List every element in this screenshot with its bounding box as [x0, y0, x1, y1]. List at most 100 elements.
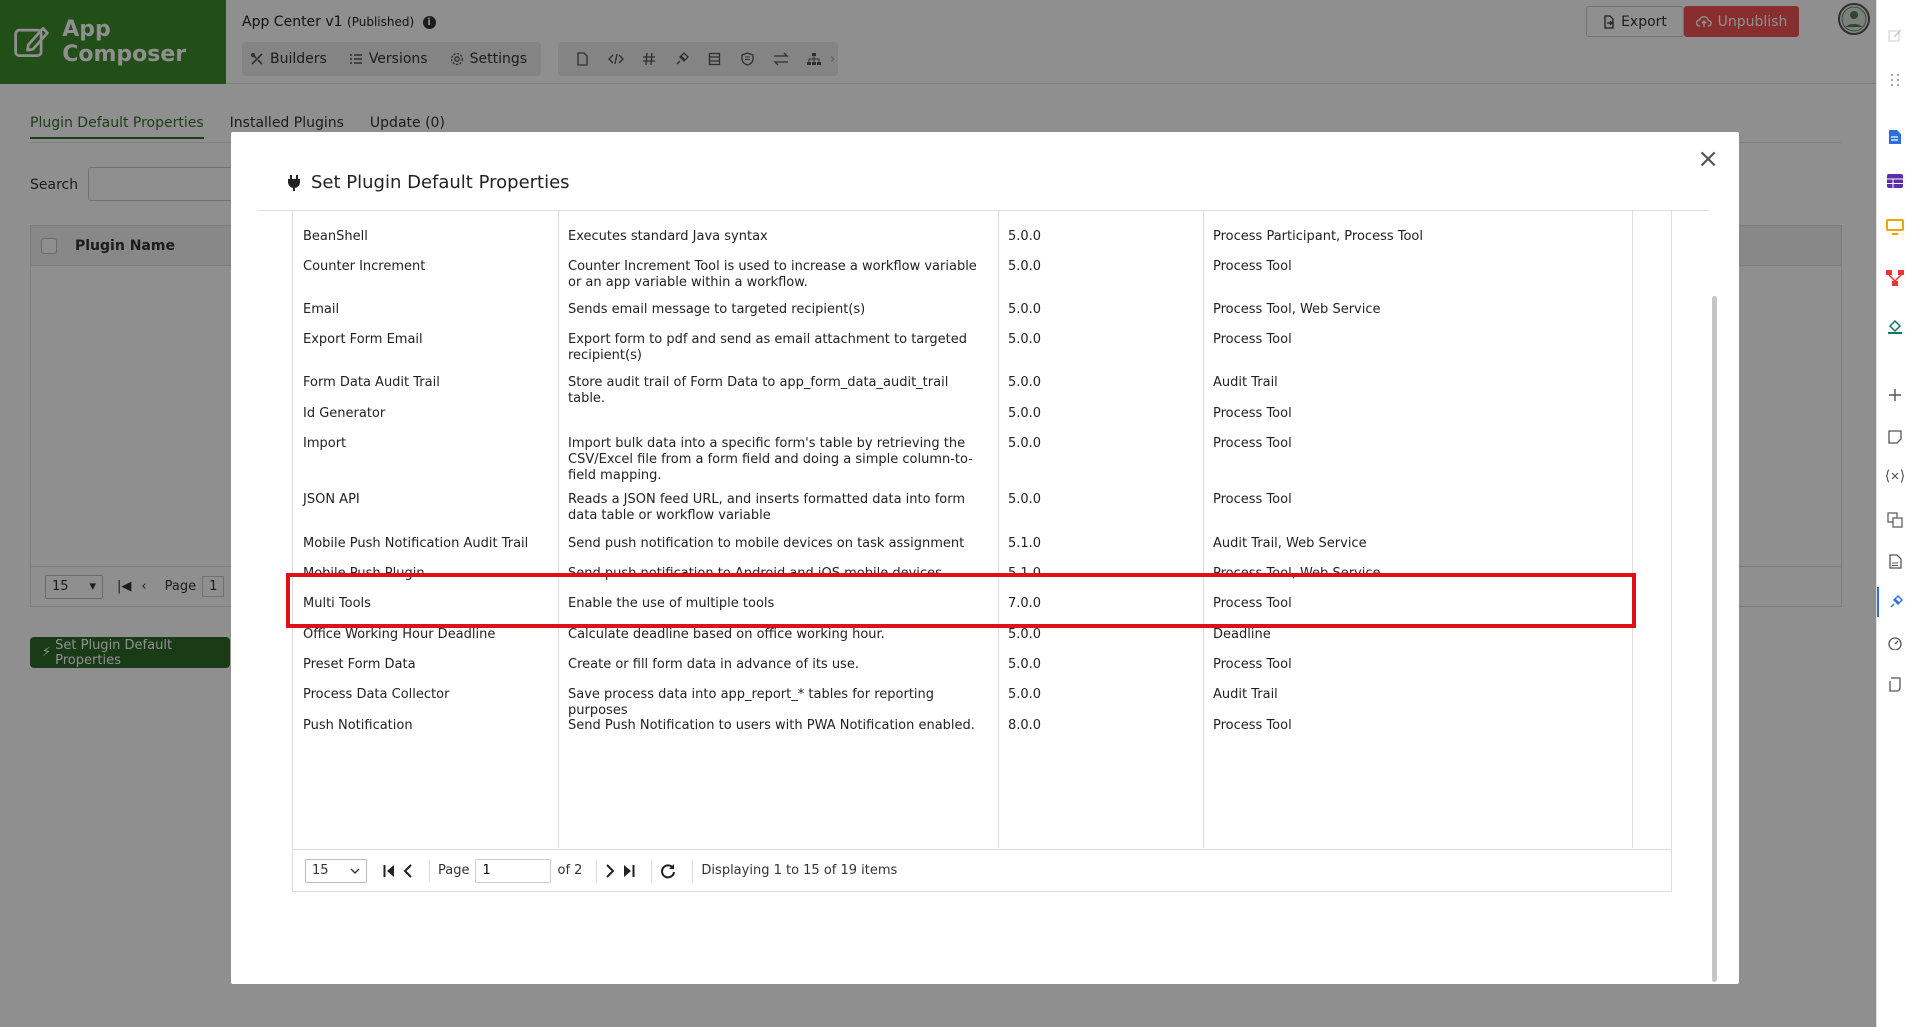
plugin-type-cell: Process Tool [1213, 492, 1292, 507]
plugin-description-cell: Send Push Notification to users with PWA… [568, 718, 975, 733]
plugin-version-cell: 8.0.0 [1008, 718, 1042, 733]
last-page-icon [624, 864, 635, 877]
rail-variable[interactable] [1877, 461, 1912, 491]
rail-performance[interactable] [1877, 628, 1912, 658]
plugin-row[interactable]: Mobile Push Notification Audit Trail Send… [293, 536, 1632, 552]
plugin-version-cell: 5.0.0 [1008, 492, 1042, 507]
edit-icon [1888, 29, 1902, 42]
form-icon [1889, 130, 1901, 144]
plugin-name-cell: BeanShell [303, 229, 368, 244]
rail-form-builder[interactable] [1877, 122, 1912, 152]
plugin-version-cell: 5.0.0 [1008, 332, 1042, 347]
first-page-button[interactable] [383, 864, 395, 878]
plugin-description-cell: Reads a JSON feed URL, and inserts forma… [568, 492, 966, 523]
rail-translate[interactable] [1877, 505, 1912, 535]
page-size-value: 15 [312, 863, 329, 878]
plugin-description-cell: Calculate deadline based on office worki… [568, 627, 885, 642]
note-icon [1888, 430, 1902, 444]
page-size-select[interactable]: 15 [305, 858, 367, 883]
plugin-name-cell: Preset Form Data [303, 657, 416, 672]
rail-app-builder[interactable] [1877, 311, 1912, 341]
plugin-row[interactable]: Form Data Audit Trail Store audit trail o… [293, 375, 1632, 407]
plugin-description-cell [558, 406, 998, 422]
dialog-scrollbar[interactable] [1712, 296, 1717, 982]
plugin-row[interactable]: Export Form Email Export form to pdf and … [293, 332, 1632, 364]
rail-edit[interactable] [1877, 20, 1912, 50]
rail-add[interactable] [1877, 380, 1912, 410]
plugin-description-cell: Create or fill form data in advance of i… [568, 657, 859, 672]
plugin-version-cell: 5.0.0 [1008, 302, 1042, 317]
plugin-type-cell: Process Tool, Web Service [1213, 302, 1381, 317]
rail-document[interactable] [1877, 546, 1912, 576]
plugin-name-cell: JSON API [303, 492, 360, 507]
drag-handle-icon [1890, 73, 1900, 87]
set-plugin-default-properties-dialog: × Set Plugin Default Properties BeanShel… [231, 132, 1739, 984]
plugin-type-cell: Process Tool [1213, 259, 1292, 274]
plugin-row[interactable]: JSON API Reads a JSON feed URL, and inser… [293, 492, 1632, 524]
rail-datalist-builder[interactable] [1877, 166, 1912, 196]
plugin-type-cell: Deadline [1213, 627, 1271, 642]
plugin-description-cell: Store audit trail of Form Data to app_fo… [568, 375, 949, 406]
plugin-version-cell: 7.0.0 [1008, 596, 1042, 611]
process-icon [1886, 270, 1904, 286]
plugin-type-cell: Audit Trail, Web Service [1213, 536, 1367, 551]
plugin-description-cell: Export form to pdf and send as email att… [568, 332, 967, 363]
plugin-description-cell: Counter Increment Tool is used to increa… [568, 259, 977, 290]
plugin-row[interactable]: Office Working Hour Deadline Calculate de… [293, 627, 1632, 643]
plugin-name-cell: Process Data Collector [303, 687, 450, 702]
translate-icon [1887, 512, 1903, 528]
rail-logs[interactable] [1877, 669, 1912, 699]
scroll-icon [1889, 676, 1901, 692]
plugin-version-cell: 5.0.0 [1008, 406, 1042, 421]
plugin-version-cell: 5.0.0 [1008, 627, 1042, 642]
plugin-row[interactable]: Multi Tools Enable the use of multiple to… [293, 596, 1632, 612]
pager-separator [429, 859, 430, 882]
plugin-type-cell: Process Tool [1213, 406, 1292, 421]
plugin-name-cell: Import [303, 436, 347, 451]
plugin-name-cell: Counter Increment [303, 259, 426, 274]
close-icon[interactable]: × [1697, 146, 1719, 172]
prev-page-button[interactable] [403, 863, 413, 878]
plugin-list-grid: BeanShell Executes standard Java syntax 5.… [292, 210, 1672, 892]
pager-separator [692, 859, 694, 882]
plugin-version-cell: 5.0.0 [1008, 259, 1042, 274]
plugin-name-cell: Multi Tools [303, 596, 371, 611]
plugin-type-cell: Process Tool, Web Service [1213, 566, 1381, 581]
refresh-icon [661, 863, 676, 878]
last-page-button[interactable] [623, 864, 635, 878]
plugin-description-cell: Import bulk data into a specific form's … [568, 436, 973, 483]
page-number-input[interactable] [475, 858, 552, 883]
right-rail [1876, 0, 1912, 1027]
plugin-type-cell: Process Tool [1213, 436, 1292, 451]
plugin-row[interactable]: Import Import bulk data into a specific f… [293, 436, 1632, 484]
plugin-description-cell: Send push notification to mobile devices… [568, 536, 965, 551]
plugin-version-cell: 5.1.0 [1008, 536, 1042, 551]
paint-bucket-icon [1888, 319, 1902, 334]
rail-plugin[interactable] [1877, 587, 1912, 617]
rail-process-builder[interactable] [1877, 263, 1912, 293]
next-page-button[interactable] [605, 863, 615, 878]
plugin-name-cell: Mobile Push Notification Audit Trail [303, 536, 529, 551]
plugin-version-cell: 5.0.0 [1008, 436, 1042, 451]
plugin-row[interactable]: Push Notification Send Push Notification … [293, 718, 1632, 734]
plugin-row[interactable]: Process Data Collector Save process data … [293, 687, 1632, 719]
rail-drag[interactable] [1877, 65, 1912, 95]
plugin-row[interactable]: Id Generator 5.0.0 Process Tool [293, 406, 1632, 422]
plugin-row[interactable]: Preset Form Data Create or fill form data… [293, 657, 1632, 673]
refresh-button[interactable] [660, 863, 676, 879]
plugin-version-cell: 5.1.0 [1008, 566, 1042, 581]
plugin-name-cell: Mobile Push Plugin [303, 566, 425, 581]
page-count: of 2 [557, 863, 583, 878]
rail-note[interactable] [1877, 422, 1912, 452]
plugin-type-cell: Process Tool [1213, 596, 1292, 611]
dialog-title: Set Plugin Default Properties [287, 172, 570, 193]
chevron-left-icon [403, 863, 412, 878]
plugin-name-cell: Email [303, 302, 340, 317]
plugin-row[interactable]: Mobile Push Plugin Send push notification… [293, 566, 1632, 582]
plugin-row[interactable]: BeanShell Executes standard Java syntax 5.… [293, 229, 1632, 245]
plugin-row[interactable]: Email Sends email message to targeted rec… [293, 302, 1632, 318]
rail-userview-builder[interactable] [1877, 212, 1912, 242]
plugin-name-cell: Push Notification [303, 718, 413, 733]
plugin-icon [1890, 595, 1903, 608]
plugin-row[interactable]: Counter Increment Counter Increment Tool … [293, 259, 1632, 291]
